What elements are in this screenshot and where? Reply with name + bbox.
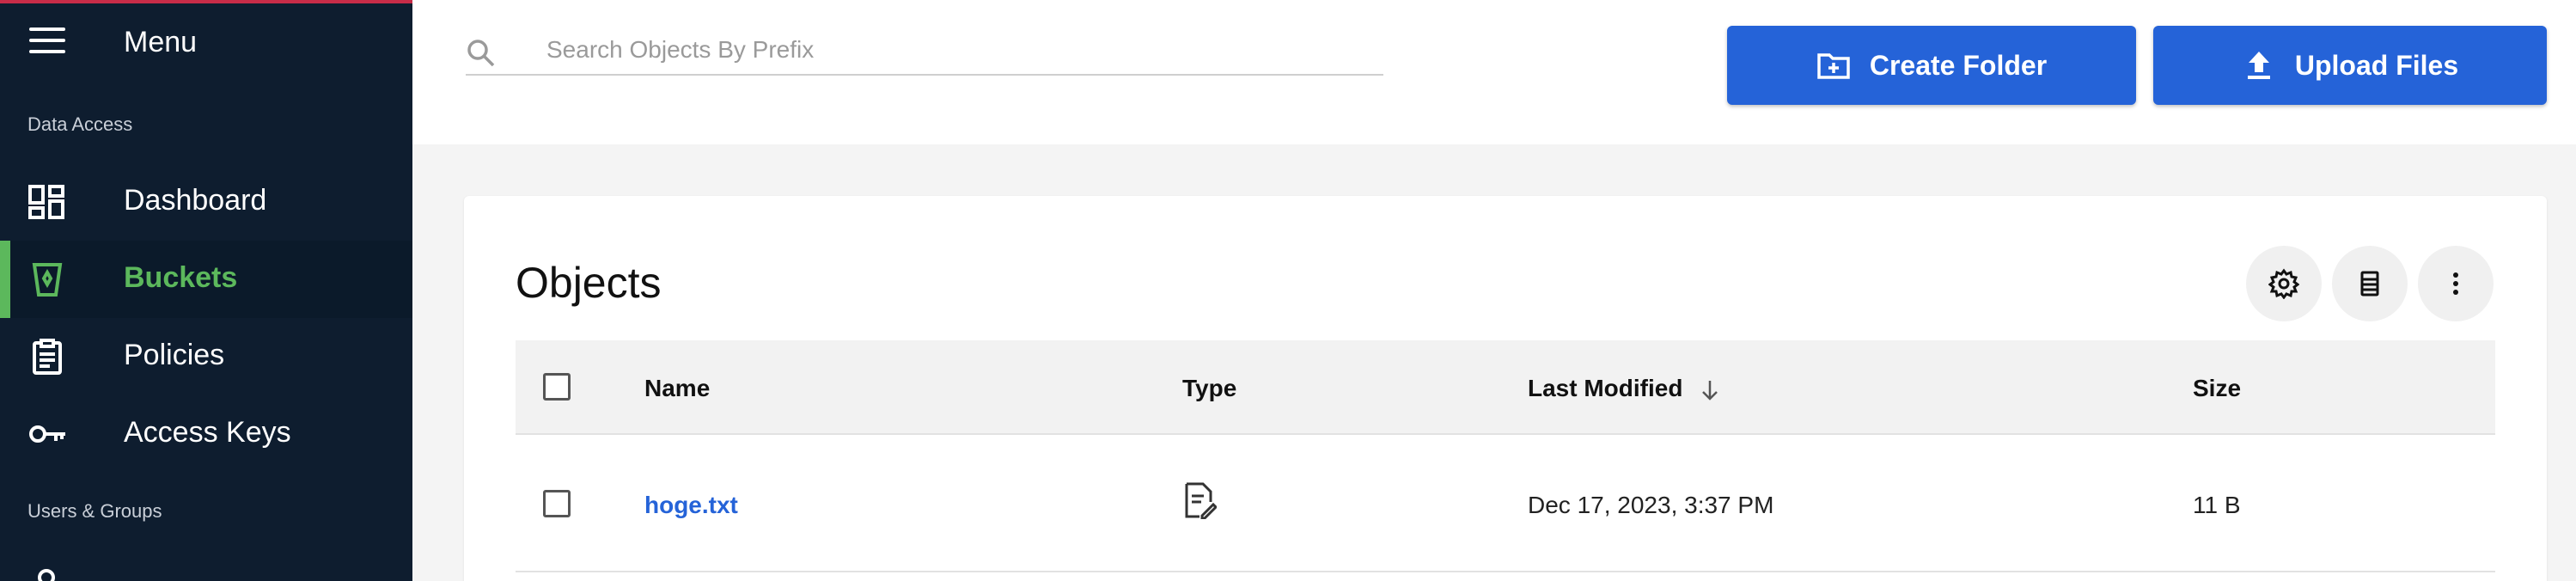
file-name-link[interactable]: hoge.txt (644, 492, 738, 518)
user-icon (38, 569, 55, 581)
list-view-icon (2360, 271, 2379, 297)
sort-descending-icon (1702, 380, 1718, 401)
clipboard-icon (33, 339, 62, 375)
cell-name: hoge.txt (644, 492, 738, 519)
sidebar-item-buckets[interactable]: Buckets (0, 241, 412, 318)
column-header-size[interactable]: Size (2193, 375, 2241, 402)
search-input[interactable] (546, 33, 1371, 67)
cell-last-modified: Dec 17, 2023, 3:37 PM (1528, 492, 1774, 518)
upload-files-button[interactable]: Upload Files (2153, 26, 2547, 105)
sidebar: Menu Data Access Dashboard Buckets Polic… (0, 0, 412, 581)
upload-icon (2247, 52, 2270, 79)
column-header-label: Last Modified (1528, 375, 1683, 401)
sidebar-item-label: Dashboard (124, 184, 267, 217)
sidebar-item-dashboard[interactable]: Dashboard (0, 163, 412, 241)
bucket-icon (32, 263, 63, 297)
key-icon (29, 425, 65, 443)
dashboard-icon (28, 185, 64, 219)
sidebar-item-label: Policies (124, 339, 225, 371)
gear-icon (2268, 268, 2299, 299)
upload-files-label: Upload Files (2294, 49, 2459, 81)
hamburger-menu-icon[interactable] (29, 28, 65, 53)
more-options-button[interactable] (2418, 246, 2494, 321)
column-header-type[interactable]: Type (1182, 375, 1236, 402)
sidebar-item-label: Buckets (124, 261, 238, 294)
select-all-checkbox[interactable] (543, 373, 571, 401)
section-label-users-groups: Users & Groups (27, 500, 162, 522)
create-folder-label: Create Folder (1869, 49, 2048, 81)
menu-label: Menu (124, 26, 198, 58)
sidebar-item-access-keys[interactable]: Access Keys (0, 395, 412, 473)
search-bar (466, 29, 1383, 76)
search-icon (467, 40, 495, 67)
more-vertical-icon (2453, 272, 2458, 295)
settings-button[interactable] (2246, 246, 2322, 321)
header: Create Folder Upload Files (412, 0, 2576, 144)
row-checkbox[interactable] (543, 490, 571, 517)
objects-card: Objects Name Type Last Modified Size hog… (464, 196, 2547, 581)
page-title: Objects (516, 259, 662, 307)
sidebar-top-accent (0, 0, 412, 3)
table-row[interactable]: hoge.txt Dec 17, 2023, 3:37 PM 11 B (516, 435, 2495, 572)
section-label-data-access: Data Access (27, 113, 133, 135)
sidebar-item-label: Access Keys (124, 416, 291, 449)
objects-table: Name Type Last Modified Size hoge.txt De… (516, 340, 2495, 572)
cell-size: 11 B (2193, 492, 2241, 518)
create-folder-button[interactable]: Create Folder (1727, 26, 2136, 105)
text-file-icon (1185, 482, 1217, 519)
column-view-button[interactable] (2332, 246, 2408, 321)
column-header-name[interactable]: Name (644, 375, 710, 402)
table-header: Name Type Last Modified Size (516, 340, 2495, 435)
column-header-last-modified[interactable]: Last Modified (1528, 375, 1722, 402)
sidebar-item-policies[interactable]: Policies (0, 318, 412, 395)
folder-plus-icon (1817, 53, 1850, 79)
active-indicator (0, 241, 10, 318)
